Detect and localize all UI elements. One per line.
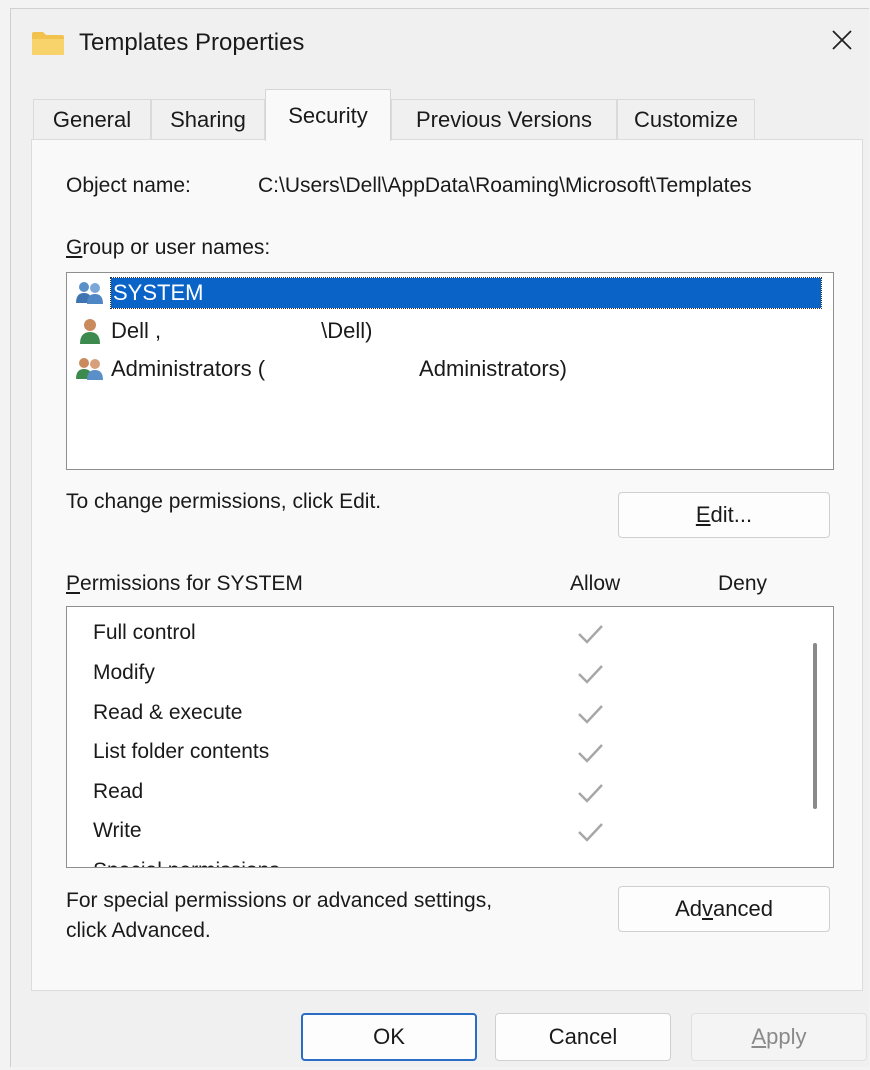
- tab-sharing[interactable]: Sharing: [151, 99, 265, 139]
- group-user-listbox[interactable]: SYSTEM Dell , \Dell) Administrators (Ad…: [66, 272, 834, 470]
- tab-label: Security: [288, 102, 368, 128]
- access-key: P: [66, 572, 81, 595]
- permissions-for-label: Permissions for SYSTEM: [66, 572, 303, 596]
- user-domain: \Dell): [321, 318, 373, 343]
- permission-name: Write: [93, 819, 142, 842]
- permission-name: Read: [93, 780, 144, 803]
- permission-row: Write: [93, 813, 142, 849]
- user-name: Administrators (: [111, 356, 266, 381]
- access-key: A: [751, 1024, 767, 1049]
- allow-check-icon: [578, 744, 603, 763]
- allow-column-header: Allow: [570, 572, 621, 595]
- tab-previous-versions[interactable]: Previous Versions: [391, 99, 617, 139]
- window-title: Templates Properties: [79, 29, 305, 56]
- user-domain: Administrators): [419, 356, 567, 381]
- close-button[interactable]: [815, 19, 869, 67]
- label-text: Ad: [675, 896, 702, 921]
- list-item-administrators[interactable]: Administrators ( Administrators): [73, 351, 567, 387]
- folder-icon: [31, 30, 65, 56]
- close-icon: [831, 29, 853, 57]
- allow-check-icon: [578, 705, 603, 724]
- ok-button[interactable]: OK: [301, 1013, 477, 1061]
- allow-check-icon: [578, 784, 603, 803]
- label-text: roup or user names:: [82, 236, 271, 259]
- tab-label: Previous Versions: [415, 106, 593, 132]
- tab-customize[interactable]: Customize: [617, 99, 755, 139]
- apply-button[interactable]: Apply: [691, 1013, 867, 1061]
- tab-label: Sharing: [170, 106, 246, 132]
- allow-check-icon: [578, 625, 603, 644]
- button-label: Advanced: [675, 896, 773, 922]
- list-item-dell[interactable]: Dell , \Dell): [73, 313, 372, 349]
- change-permissions-text: To change permissions, click Edit.: [66, 490, 382, 513]
- permission-row: Full control: [93, 615, 196, 651]
- permission-name: Read & execute: [93, 701, 243, 724]
- tab-security[interactable]: Security: [265, 89, 391, 141]
- advanced-button[interactable]: Advanced: [618, 886, 830, 932]
- button-label: Apply: [751, 1024, 806, 1050]
- object-name-label: Object name:: [66, 174, 191, 197]
- advanced-settings-text: For special permissions or advanced sett…: [66, 886, 492, 946]
- user-name: Dell ,: [111, 318, 162, 343]
- edit-button[interactable]: Edit...: [618, 492, 830, 538]
- title-bar: Templates Properties: [11, 9, 869, 77]
- allow-check-icon: [578, 823, 603, 842]
- users-group-icon: [73, 354, 107, 384]
- object-name-value: C:\Users\Dell\AppData\Roaming\Microsoft\…: [258, 174, 752, 197]
- advanced-text-line: click Advanced.: [66, 919, 211, 942]
- permission-row: Modify: [93, 655, 155, 691]
- permission-name: Special permissions: [93, 859, 280, 867]
- access-key: v: [701, 896, 713, 921]
- properties-window: Templates Properties General Sharing Sec…: [10, 8, 869, 1067]
- advanced-text-line: For special permissions or advanced sett…: [66, 889, 493, 912]
- tab-label: General: [52, 106, 132, 132]
- label-text: pply: [766, 1024, 807, 1049]
- user-icon: [73, 316, 107, 346]
- label-text: dit...: [710, 502, 753, 527]
- allow-check-icon: [578, 665, 603, 684]
- permission-row: Read & execute: [93, 695, 242, 731]
- access-key: G: [66, 236, 83, 259]
- permission-row: List folder contents: [93, 734, 269, 770]
- permissions-scrollbar[interactable]: [813, 643, 817, 809]
- list-item-system[interactable]: SYSTEM: [73, 275, 822, 311]
- tab-general[interactable]: General: [33, 99, 151, 139]
- permission-name: List folder contents: [93, 740, 270, 763]
- cancel-button[interactable]: Cancel: [495, 1013, 671, 1061]
- tab-label: Customize: [634, 106, 738, 132]
- label-text: anced: [712, 896, 773, 921]
- permissions-list: Full control Modify Read & execute List …: [66, 606, 834, 868]
- permission-name: Full control: [93, 621, 196, 644]
- access-key: E: [695, 502, 711, 527]
- permission-name: Modify: [93, 661, 155, 684]
- deny-column-header: Deny: [718, 572, 768, 595]
- user-name: SYSTEM: [110, 277, 822, 309]
- group-user-names-label: Group or user names:: [66, 236, 270, 260]
- button-label: Cancel: [548, 1024, 618, 1049]
- permission-row: Read: [93, 774, 143, 810]
- security-panel: Object name: C:\Users\Dell\AppData\Roami…: [31, 139, 863, 991]
- button-label: OK: [373, 1024, 405, 1049]
- permission-row: Special permissions: [93, 853, 280, 867]
- label-text: ermissions for SYSTEM: [80, 572, 303, 595]
- button-label: Edit...: [696, 502, 752, 528]
- users-group-icon: [73, 278, 107, 308]
